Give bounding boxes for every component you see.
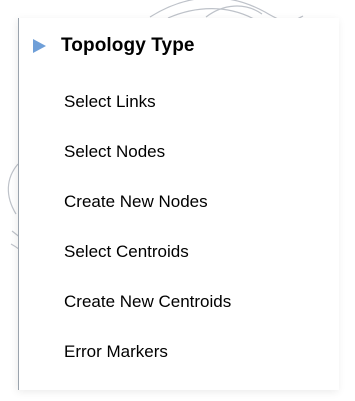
menu-item-error-markers[interactable]: Error Markers [64, 334, 231, 369]
menu-item-label: Select Nodes [64, 142, 166, 161]
menu-item-select-nodes[interactable]: Select Nodes [64, 134, 231, 169]
menu-item-label: Create New Nodes [64, 192, 208, 211]
menu-item-select-centroids[interactable]: Select Centroids [64, 234, 231, 269]
menu-item-create-new-nodes[interactable]: Create New Nodes [64, 184, 231, 219]
triangle-right-icon [33, 39, 46, 53]
topology-menu-list: Select Links Select Nodes Create New Nod… [64, 84, 231, 369]
menu-item-label: Create New Centroids [64, 292, 232, 311]
menu-item-label: Error Markers [64, 342, 168, 361]
menu-item-label: Select Links [64, 92, 156, 111]
menu-item-select-links[interactable]: Select Links [64, 84, 231, 119]
menu-item-create-new-centroids[interactable]: Create New Centroids [64, 284, 231, 319]
topology-type-header[interactable]: Topology Type [33, 32, 195, 60]
menu-item-label: Select Centroids [64, 242, 189, 261]
menu-header-label: Topology Type [61, 35, 195, 56]
